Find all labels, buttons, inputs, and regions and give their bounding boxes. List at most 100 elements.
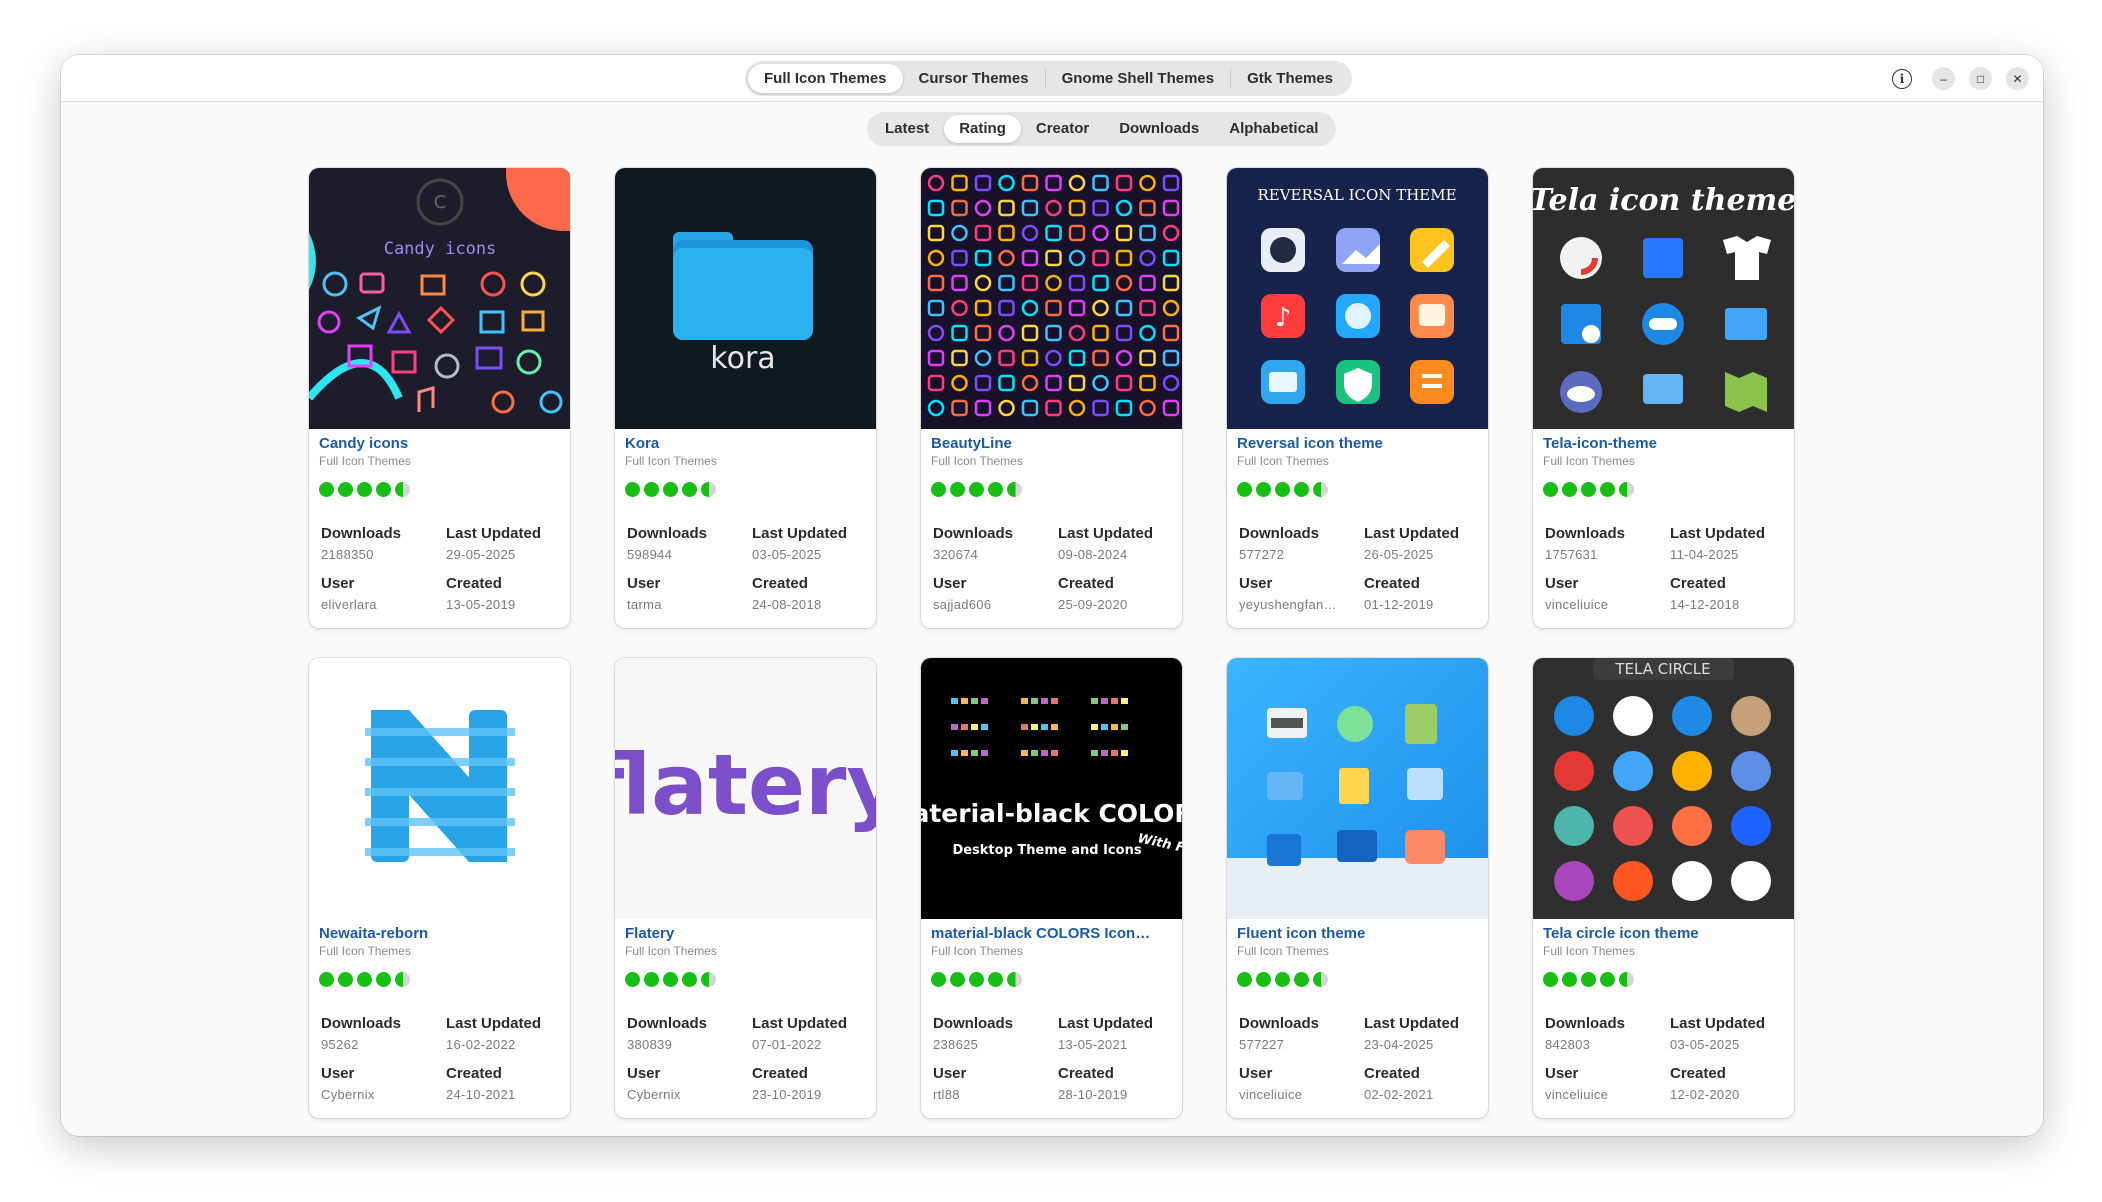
tab-full-icon-themes[interactable]: Full Icon Themes <box>748 64 903 93</box>
rating-dot <box>625 482 640 497</box>
decorative-icon <box>1021 724 1028 730</box>
last-updated-value: 16-02-2022 <box>446 1037 516 1052</box>
minimize-icon[interactable]: – <box>1932 67 1955 90</box>
sort-tabs: Latest Rating Creator Downloads Alphabet… <box>867 112 1337 146</box>
tab-cursor-themes[interactable]: Cursor Themes <box>903 64 1045 93</box>
theme-thumbnail[interactable]: material-black COLORS Desktop Theme and … <box>921 658 1182 919</box>
theme-thumbnail[interactable]: C Candy icons <box>309 168 570 429</box>
created-label: Created <box>446 575 502 592</box>
rating-dot <box>1275 482 1290 497</box>
rating-dot <box>950 972 965 987</box>
theme-thumbnail[interactable] <box>921 168 1182 429</box>
user-value[interactable]: vinceliuice <box>1545 597 1660 612</box>
theme-name[interactable]: Tela-icon-theme <box>1543 435 1784 452</box>
theme-card-reversal-icon-theme[interactable]: REVERSAL ICON THEME ♪ Reversal icon them… <box>1227 168 1488 628</box>
user-value[interactable]: eliverlara <box>321 597 436 612</box>
user-value[interactable]: Cybernix <box>627 1087 742 1102</box>
theme-card-fluent-icon-theme[interactable]: Fluent icon theme Full Icon Themes Downl… <box>1227 658 1488 1118</box>
user-value[interactable]: yeyushengfan… <box>1239 597 1354 612</box>
user-label: User <box>627 1065 661 1082</box>
category-tabs: Full Icon Themes Cursor Themes Gnome She… <box>745 61 1352 96</box>
info-icon[interactable]: i <box>1892 68 1912 89</box>
decorative-icon <box>961 698 968 704</box>
created-value: 02-02-2021 <box>1364 1087 1434 1102</box>
theme-card-newaita-reborn[interactable]: Newaita-reborn Full Icon Themes Download… <box>309 658 570 1118</box>
downloads-label: Downloads <box>1545 525 1626 542</box>
theme-name[interactable]: Tela circle icon theme <box>1543 925 1784 942</box>
rating-dot-half <box>395 972 410 987</box>
theme-thumbnail[interactable] <box>309 658 570 919</box>
decorative-icon <box>1041 698 1048 704</box>
decorative-icon <box>1121 724 1128 730</box>
tab-gtk-themes[interactable]: Gtk Themes <box>1231 64 1349 93</box>
downloads-value: 577272 <box>1239 547 1285 562</box>
sort-rating[interactable]: Rating <box>944 115 1021 143</box>
theme-name[interactable]: Flatery <box>625 925 866 942</box>
rating-dot <box>988 972 1003 987</box>
last-updated-label: Last Updated <box>752 1015 848 1032</box>
theme-card-material-black-colors-icon[interactable]: material-black COLORS Desktop Theme and … <box>921 658 1182 1118</box>
user-value[interactable]: sajjad606 <box>933 597 1048 612</box>
thumb-title: Tela icon theme <box>1533 183 1794 218</box>
created-label: Created <box>1364 575 1420 592</box>
theme-thumbnail[interactable]: kora <box>615 168 876 429</box>
theme-category: Full Icon Themes <box>1237 944 1329 958</box>
decorative-icon <box>1101 724 1108 730</box>
theme-card-tela-icon-theme[interactable]: Tela icon theme Tela-icon-theme Full Ico… <box>1533 168 1794 628</box>
theme-card-beautyline[interactable]: BeautyLine Full Icon Themes Downloads 32… <box>921 168 1182 628</box>
fluent-thumbnail <box>1227 658 1488 919</box>
sort-latest[interactable]: Latest <box>870 115 944 143</box>
rating-dot <box>988 482 1003 497</box>
user-value[interactable]: tarma <box>627 597 742 612</box>
rating-dot <box>663 972 678 987</box>
theme-card-flatery[interactable]: flatery Flatery Full Icon Themes Downloa… <box>615 658 876 1118</box>
rating-dot <box>1581 482 1596 497</box>
decorative-icon <box>1031 724 1038 730</box>
material-black-thumbnail: material-black COLORS Desktop Theme and … <box>921 658 1182 919</box>
user-value[interactable]: Cybernix <box>321 1087 436 1102</box>
decorative-icon <box>961 750 968 756</box>
rating-dot <box>1256 972 1271 987</box>
theme-card-candy-icons[interactable]: C Candy icons Candy icons Full Icon Them… <box>309 168 570 628</box>
user-value[interactable]: vinceliuice <box>1239 1087 1354 1102</box>
downloads-label: Downloads <box>321 1015 402 1032</box>
sort-downloads[interactable]: Downloads <box>1104 115 1214 143</box>
last-updated-value: 29-05-2025 <box>446 547 516 562</box>
theme-thumbnail[interactable]: flatery <box>615 658 876 919</box>
theme-thumbnail[interactable] <box>1227 658 1488 919</box>
decorative-icon <box>971 750 978 756</box>
theme-name[interactable]: Kora <box>625 435 866 452</box>
theme-thumbnail[interactable]: TELA CIRCLE <box>1533 658 1794 919</box>
theme-name[interactable]: material-black COLORS Icon… <box>931 925 1172 942</box>
rating-dot-half <box>1313 482 1328 497</box>
theme-name[interactable]: BeautyLine <box>931 435 1172 452</box>
rating-dot <box>644 972 659 987</box>
decorative-icon <box>1121 698 1128 704</box>
decorative-icon <box>1731 751 1771 791</box>
user-value[interactable]: vinceliuice <box>1545 1087 1660 1102</box>
theme-name[interactable]: Reversal icon theme <box>1237 435 1478 452</box>
sort-creator[interactable]: Creator <box>1021 115 1104 143</box>
theme-name[interactable]: Fluent icon theme <box>1237 925 1478 942</box>
downloads-value: 380839 <box>627 1037 673 1052</box>
theme-thumbnail[interactable]: Tela icon theme <box>1533 168 1794 429</box>
theme-name[interactable]: Candy icons <box>319 435 560 452</box>
last-updated-label: Last Updated <box>1058 525 1154 542</box>
downloads-label: Downloads <box>627 525 708 542</box>
downloads-label: Downloads <box>321 525 402 542</box>
theme-thumbnail[interactable]: REVERSAL ICON THEME ♪ <box>1227 168 1488 429</box>
theme-card-kora[interactable]: kora Kora Full Icon Themes Downloads 598… <box>615 168 876 628</box>
last-updated-label: Last Updated <box>752 525 848 542</box>
theme-card-tela-circle-icon-theme[interactable]: TELA CIRCLE Tela circle icon theme Full … <box>1533 658 1794 1118</box>
tab-gnome-shell-themes[interactable]: Gnome Shell Themes <box>1046 64 1231 93</box>
decorative-icon <box>1554 696 1594 736</box>
theme-name[interactable]: Newaita-reborn <box>319 925 560 942</box>
rating-dot <box>1600 972 1615 987</box>
decorative-icon <box>1091 724 1098 730</box>
maximize-icon[interactable]: □ <box>1969 67 1992 90</box>
theme-category: Full Icon Themes <box>319 944 411 958</box>
user-value[interactable]: rtl88 <box>933 1087 1048 1102</box>
close-icon[interactable]: ✕ <box>2006 67 2029 90</box>
rating-dot-half <box>1007 972 1022 987</box>
sort-alphabetical[interactable]: Alphabetical <box>1214 115 1333 143</box>
